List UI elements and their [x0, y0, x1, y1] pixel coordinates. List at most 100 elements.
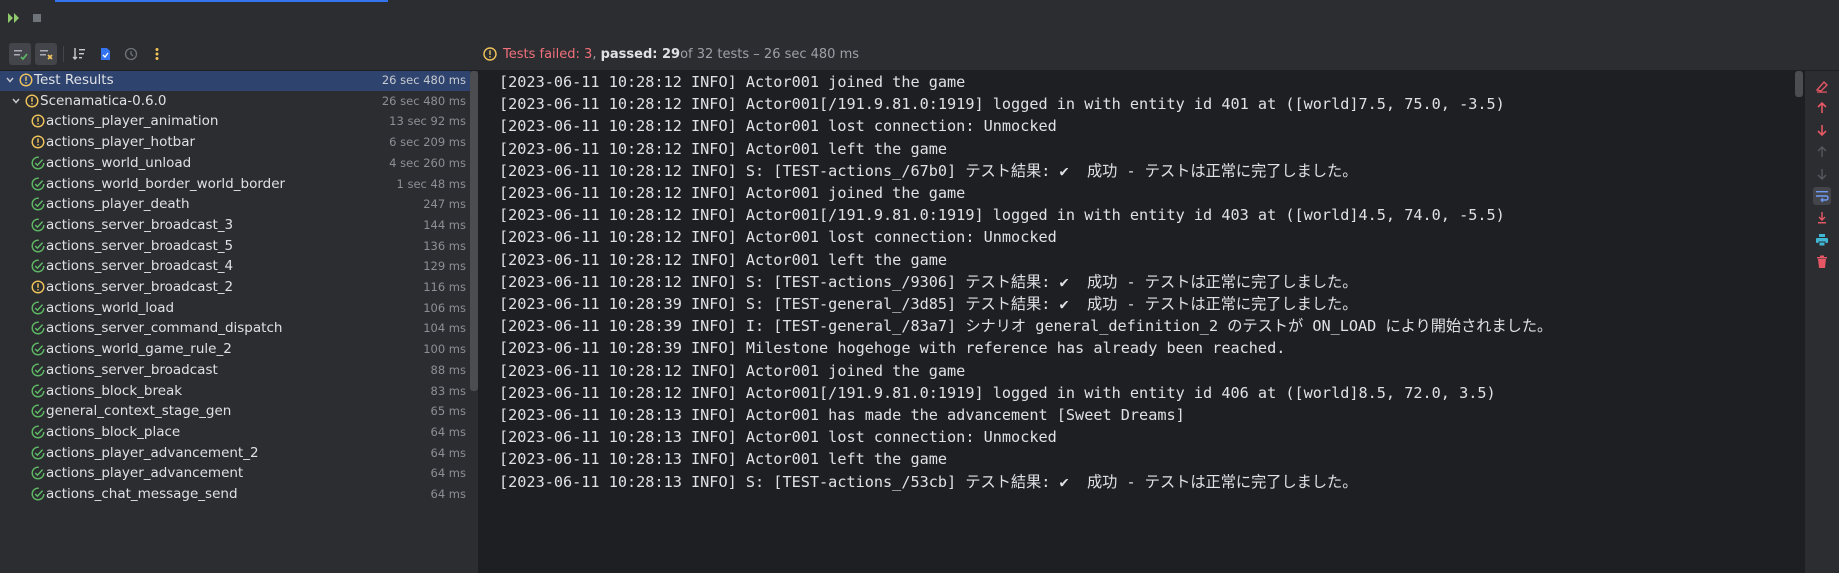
check-icon [31, 342, 45, 356]
print-button[interactable] [1813, 231, 1831, 249]
prev-failed-button[interactable] [1813, 99, 1831, 117]
test-name: actions_player_advancement [46, 465, 244, 482]
run-toolbar [0, 0, 1839, 39]
warning-icon [31, 114, 45, 128]
test-name: actions_server_broadcast_3 [46, 216, 234, 233]
chevron-down-icon[interactable] [11, 96, 21, 106]
tree-test-row[interactable]: actions_server_broadcast_3 144 ms [0, 215, 470, 236]
test-name: actions_server_broadcast_4 [46, 258, 234, 275]
tree-suite-row[interactable]: Scenamatica-0.6.0 26 sec 480 ms [0, 91, 470, 112]
warning-icon [31, 280, 45, 294]
tree-test-row[interactable]: actions_player_advancement_2 64 ms [0, 443, 470, 464]
scroll-to-end-button[interactable] [1813, 209, 1831, 227]
test-name: general_context_stage_gen [46, 403, 232, 420]
console-actions-bar [1805, 71, 1839, 573]
arrow-up-icon [1817, 101, 1827, 113]
console-scrollbar[interactable] [1795, 71, 1803, 97]
soft-wrap-button[interactable] [1813, 187, 1831, 205]
tree-test-row[interactable]: actions_server_command_dispatch 104 ms [0, 318, 470, 339]
check-icon [31, 197, 45, 211]
tree-test-row[interactable]: actions_player_animation 13 sec 92 ms [0, 111, 470, 132]
test-name: actions_chat_message_send [46, 486, 238, 502]
tree-test-row[interactable]: actions_world_unload 4 sec 260 ms [0, 153, 470, 174]
tree-test-row[interactable]: actions_server_broadcast 88 ms [0, 360, 470, 381]
show-passed-button[interactable] [9, 43, 31, 65]
test-duration: 104 ms [423, 321, 466, 336]
check-icon [31, 363, 45, 377]
tree-test-row[interactable]: general_context_stage_gen 65 ms [0, 401, 470, 422]
sort-icon [72, 48, 85, 60]
test-name: actions_player_death [46, 196, 190, 213]
clear-all-button[interactable] [1813, 253, 1831, 271]
run-progress-bar [55, 0, 388, 2]
test-duration: 83 ms [430, 383, 466, 398]
import-tests-button[interactable] [94, 43, 116, 65]
tree-test-row[interactable]: actions_server_broadcast_5 136 ms [0, 236, 470, 257]
test-status-summary: Tests failed: 3, passed: 29 of 32 tests … [483, 45, 859, 63]
tree-test-row[interactable]: actions_server_broadcast_4 129 ms [0, 256, 470, 277]
check-icon [31, 321, 45, 335]
test-duration: 26 sec 480 ms [381, 93, 466, 108]
test-duration: 88 ms [430, 362, 466, 377]
test-name: actions_world_load [46, 299, 175, 316]
history-button[interactable] [120, 43, 142, 65]
check-icon [31, 301, 45, 315]
check-icon [31, 239, 45, 253]
tree-test-row[interactable]: actions_world_game_rule_2 100 ms [0, 339, 470, 360]
test-name: actions_world_unload [46, 154, 192, 171]
chevron-down-icon[interactable] [5, 75, 15, 85]
test-duration: 106 ms [423, 300, 466, 315]
test-duration: 64 ms [430, 487, 466, 501]
show-ignored-button[interactable] [35, 43, 57, 65]
tree-test-row[interactable]: actions_server_broadcast_2 116 ms [0, 277, 470, 298]
check-icon [31, 446, 45, 460]
test-name: actions_block_place [46, 423, 181, 440]
check-icon [31, 466, 45, 480]
test-duration: 116 ms [423, 280, 466, 294]
warning-icon [19, 73, 33, 87]
test-name: actions_block_break [46, 382, 183, 399]
test-name: actions_server_broadcast_5 [46, 237, 234, 254]
tree-test-row[interactable]: actions_world_load 106 ms [0, 298, 470, 319]
test-duration: 136 ms [423, 238, 466, 253]
sort-button[interactable] [68, 43, 90, 65]
test-toolbar: Tests failed: 3, passed: 29 of 32 tests … [0, 38, 1839, 71]
check-icon [31, 218, 45, 232]
passed-count: passed: 29 [600, 46, 681, 62]
tree-test-row[interactable]: actions_chat_message_send 64 ms [0, 484, 470, 505]
clear-selection-button[interactable] [1813, 77, 1831, 95]
test-duration: 144 ms [423, 217, 466, 232]
test-duration: 64 ms [430, 445, 466, 460]
check-icon [31, 404, 45, 418]
warning-icon [483, 47, 497, 61]
tree-root-row[interactable]: Test Results 26 sec 480 ms [0, 71, 470, 91]
stop-icon[interactable] [29, 10, 45, 26]
scroll-up-button[interactable] [1813, 143, 1831, 161]
tree-test-row[interactable]: actions_player_advancement 64 ms [0, 463, 470, 484]
tree-test-row[interactable]: actions_block_place 64 ms [0, 422, 470, 443]
arrow-down-icon [1817, 125, 1827, 137]
test-name: actions_player_animation [46, 113, 219, 130]
test-name: actions_world_game_rule_2 [46, 341, 232, 358]
scroll-down-button[interactable] [1813, 165, 1831, 183]
test-name: actions_player_hotbar [46, 134, 196, 151]
console-line: [2023-06-11 10:28:13 INFO] S: [TEST-acti… [499, 472, 1358, 491]
tree-test-row[interactable]: actions_player_hotbar 6 sec 209 ms [0, 132, 470, 153]
toolbar-divider [63, 46, 64, 62]
tree-test-row[interactable]: actions_player_death 247 ms [0, 194, 470, 215]
soft-wrap-icon [1816, 191, 1829, 203]
arrow-down-disabled-icon [1817, 169, 1827, 180]
rerun-icon[interactable] [6, 10, 22, 26]
next-failed-button[interactable] [1813, 121, 1831, 139]
trash-icon [1817, 255, 1827, 268]
check-icon [31, 487, 45, 501]
more-options-button[interactable] [146, 43, 168, 65]
test-name: actions_server_broadcast_2 [46, 279, 234, 295]
tree-scrollbar[interactable] [470, 71, 478, 391]
show-passed-icon [14, 50, 28, 61]
import-icon [101, 48, 110, 60]
test-name: actions_server_broadcast [46, 361, 218, 378]
tree-test-row[interactable]: actions_world_border_world_border 1 sec 4… [0, 174, 470, 195]
tree-test-row[interactable]: actions_block_break 83 ms [0, 381, 470, 402]
test-name: actions_world_border_world_border [46, 175, 286, 192]
